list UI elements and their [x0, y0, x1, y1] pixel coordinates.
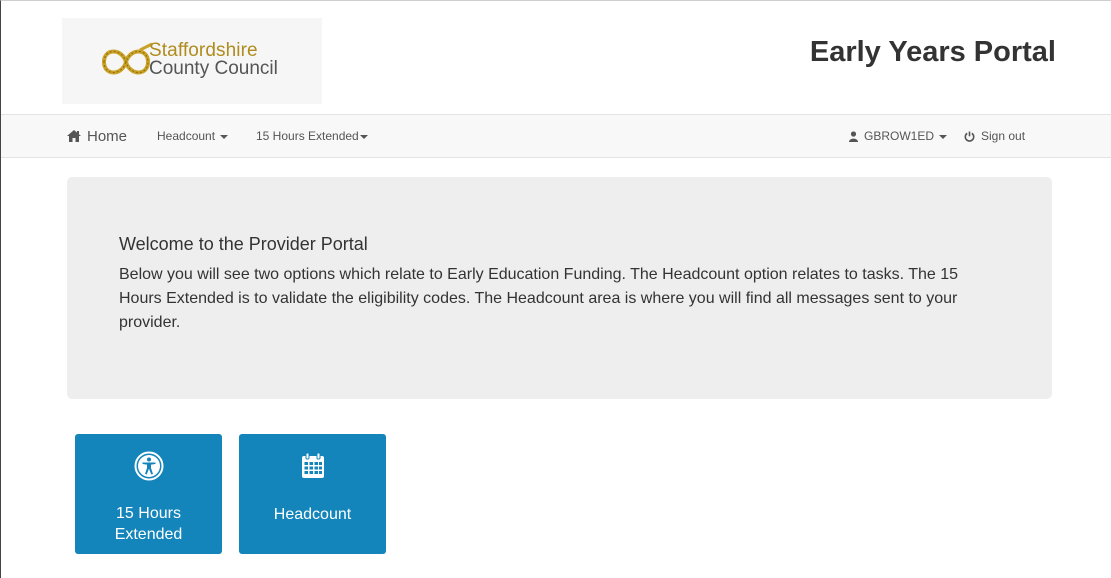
tile-label: 15 Hours Extended [75, 503, 222, 545]
power-icon [964, 131, 975, 142]
page-header: Staffordshire County Council Early Years… [1, 1, 1111, 114]
caret-down-icon [359, 134, 368, 139]
user-icon [849, 130, 858, 142]
nav-home-link[interactable]: Home [67, 115, 127, 157]
welcome-text: Below you will see two options which rel… [119, 266, 958, 331]
top-navbar: Home Headcount 15 Hours Extended GBROW1E… [1, 114, 1111, 158]
home-icon [67, 130, 81, 142]
nav-sign-out-link[interactable]: Sign out [964, 115, 1025, 157]
council-logo[interactable]: Staffordshire County Council [62, 18, 322, 104]
nav-sign-out-label: Sign out [981, 129, 1026, 143]
tile-label-line1: 15 Hours [116, 505, 181, 522]
headcount-tile[interactable]: Headcount [239, 434, 386, 554]
caret-down-icon [939, 134, 948, 139]
tile-label-line2: Extended [114, 526, 183, 543]
nav-user-label: GBROW1ED [864, 129, 935, 143]
nav-user-dropdown[interactable]: GBROW1ED [849, 115, 948, 157]
page-title: Early Years Portal [809, 36, 1056, 68]
staffordshire-knot-icon [101, 42, 153, 75]
nav-home-label: Home [87, 127, 128, 145]
tile-label: Headcount [273, 506, 352, 523]
welcome-panel: Welcome to the Provider Portal Below you… [67, 177, 1052, 399]
logo-line-county-council: County Council [149, 58, 278, 79]
logo-text: Staffordshire County Council [149, 41, 278, 79]
nav-headcount-label: Headcount [157, 129, 216, 143]
accessibility-icon [134, 451, 163, 481]
nav-15-hours-extended-dropdown[interactable]: 15 Hours Extended [256, 115, 368, 157]
nav-extended-label: 15 Hours Extended [256, 129, 359, 143]
calendar-icon [301, 452, 324, 478]
nav-headcount-dropdown[interactable]: Headcount [157, 115, 229, 157]
welcome-title: Welcome to the Provider Portal [119, 234, 368, 254]
caret-down-icon [220, 134, 229, 139]
15-hours-extended-tile[interactable]: 15 Hours Extended [75, 434, 222, 554]
